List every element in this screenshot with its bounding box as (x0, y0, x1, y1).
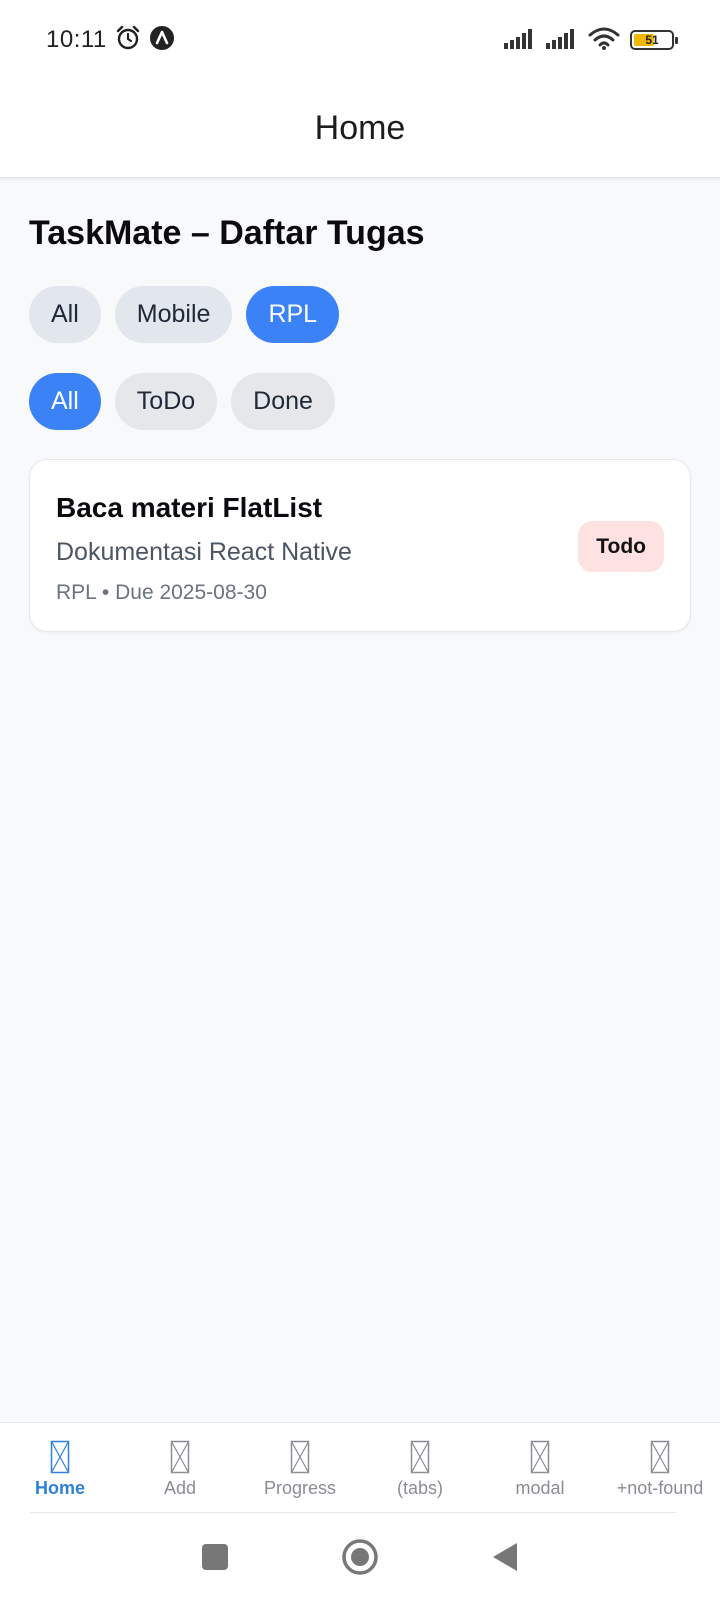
bottom-tab-bar: Home Add Progress (tabs) modal +not-foun… (0, 1422, 720, 1514)
tab-not-found[interactable]: +not-found (600, 1423, 720, 1515)
task-subtitle: Dokumentasi React Native (56, 538, 352, 566)
tab-label: (tabs) (396, 1477, 443, 1498)
main-content: TaskMate – Daftar Tugas All Mobile RPL A… (0, 178, 720, 1422)
status-left: 10:11 (46, 25, 175, 56)
category-chip-rpl[interactable]: RPL (246, 286, 340, 343)
tab-modal[interactable]: modal (480, 1423, 600, 1515)
page-title: Home (314, 109, 406, 147)
missing-glyph-icon (410, 1440, 430, 1473)
task-title: Baca materi FlatList (56, 492, 323, 523)
task-meta: RPL • Due 2025-08-30 (56, 581, 267, 604)
wifi-icon (588, 26, 620, 55)
divider (30, 1512, 676, 1513)
signal-icon (504, 27, 536, 54)
tab-label: Progress (263, 1477, 337, 1498)
tab-add[interactable]: Add (120, 1423, 240, 1515)
tab-label: Add (163, 1477, 197, 1498)
battery-level: 51 (645, 33, 659, 47)
tab-label: modal (515, 1477, 565, 1498)
status-chip-all[interactable]: All (29, 373, 101, 430)
recents-square-icon[interactable] (201, 1543, 229, 1571)
signal-icon (546, 27, 578, 54)
missing-glyph-icon (290, 1440, 310, 1473)
category-chip-mobile[interactable]: Mobile (114, 286, 233, 343)
status-right: 51 (504, 26, 678, 55)
category-chip-all[interactable]: All (29, 286, 101, 343)
system-nav-bar (0, 1514, 720, 1600)
battery-icon: 51 (630, 30, 678, 50)
task-card[interactable]: Baca materi FlatList Dokumentasi React N… (29, 459, 691, 632)
missing-glyph-icon (50, 1440, 70, 1473)
home-circle-icon[interactable] (341, 1538, 379, 1576)
list-title: TaskMate – Daftar Tugas (29, 214, 425, 252)
alarm-icon (115, 25, 141, 56)
status-bar: 10:11 51 (0, 0, 720, 80)
tab-label: Home (34, 1477, 85, 1498)
tab-progress[interactable]: Progress (240, 1423, 360, 1515)
missing-glyph-icon (170, 1440, 190, 1473)
tab-tabs[interactable]: (tabs) (360, 1423, 480, 1515)
app-header: Home (0, 80, 720, 178)
task-status-badge[interactable]: Todo (578, 521, 664, 572)
category-filter-row: All Mobile RPL (29, 286, 340, 343)
tab-home[interactable]: Home (0, 1423, 120, 1515)
status-chip-todo[interactable]: ToDo (114, 373, 218, 430)
tab-label: +not-found (616, 1477, 704, 1498)
a-badge-icon (149, 25, 175, 56)
missing-glyph-icon (530, 1440, 550, 1473)
status-filter-row: All ToDo Done (29, 373, 335, 430)
status-chip-done[interactable]: Done (231, 373, 335, 430)
status-time: 10:11 (46, 26, 107, 53)
missing-glyph-icon (650, 1440, 670, 1473)
back-triangle-icon[interactable] (491, 1541, 519, 1573)
